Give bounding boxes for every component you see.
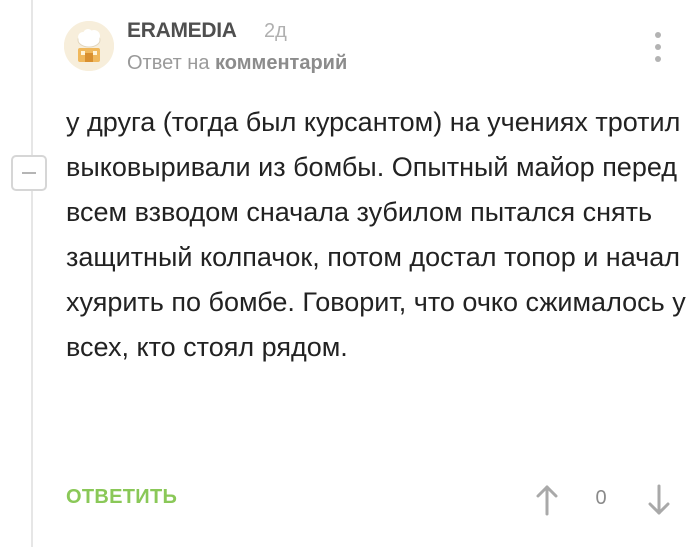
comment-text: у друга (тогда был курсантом) на учениях… — [66, 107, 686, 362]
rating-count: 0 — [595, 487, 607, 509]
comment-age: 2д — [264, 20, 287, 42]
upvote-button[interactable] — [533, 484, 561, 516]
arrow-down-icon — [648, 484, 670, 515]
parent-comment-link[interactable]: комментарий — [215, 52, 347, 74]
arrow-up-icon — [536, 485, 558, 516]
minus-icon — [22, 172, 36, 174]
reply-button[interactable]: ОТВЕТИТЬ — [66, 486, 177, 509]
thread-line — [31, 0, 33, 547]
more-menu-button[interactable] — [650, 32, 666, 64]
avatar-image — [64, 21, 114, 71]
collapse-thread-button[interactable] — [11, 155, 47, 191]
reply-to-prefix: Ответ на — [127, 52, 210, 74]
author-name[interactable]: ERAMEDIA — [127, 19, 237, 43]
avatar[interactable] — [64, 21, 114, 71]
reply-to-line: Ответ на комментарий — [127, 52, 347, 75]
downvote-button[interactable] — [645, 484, 673, 516]
